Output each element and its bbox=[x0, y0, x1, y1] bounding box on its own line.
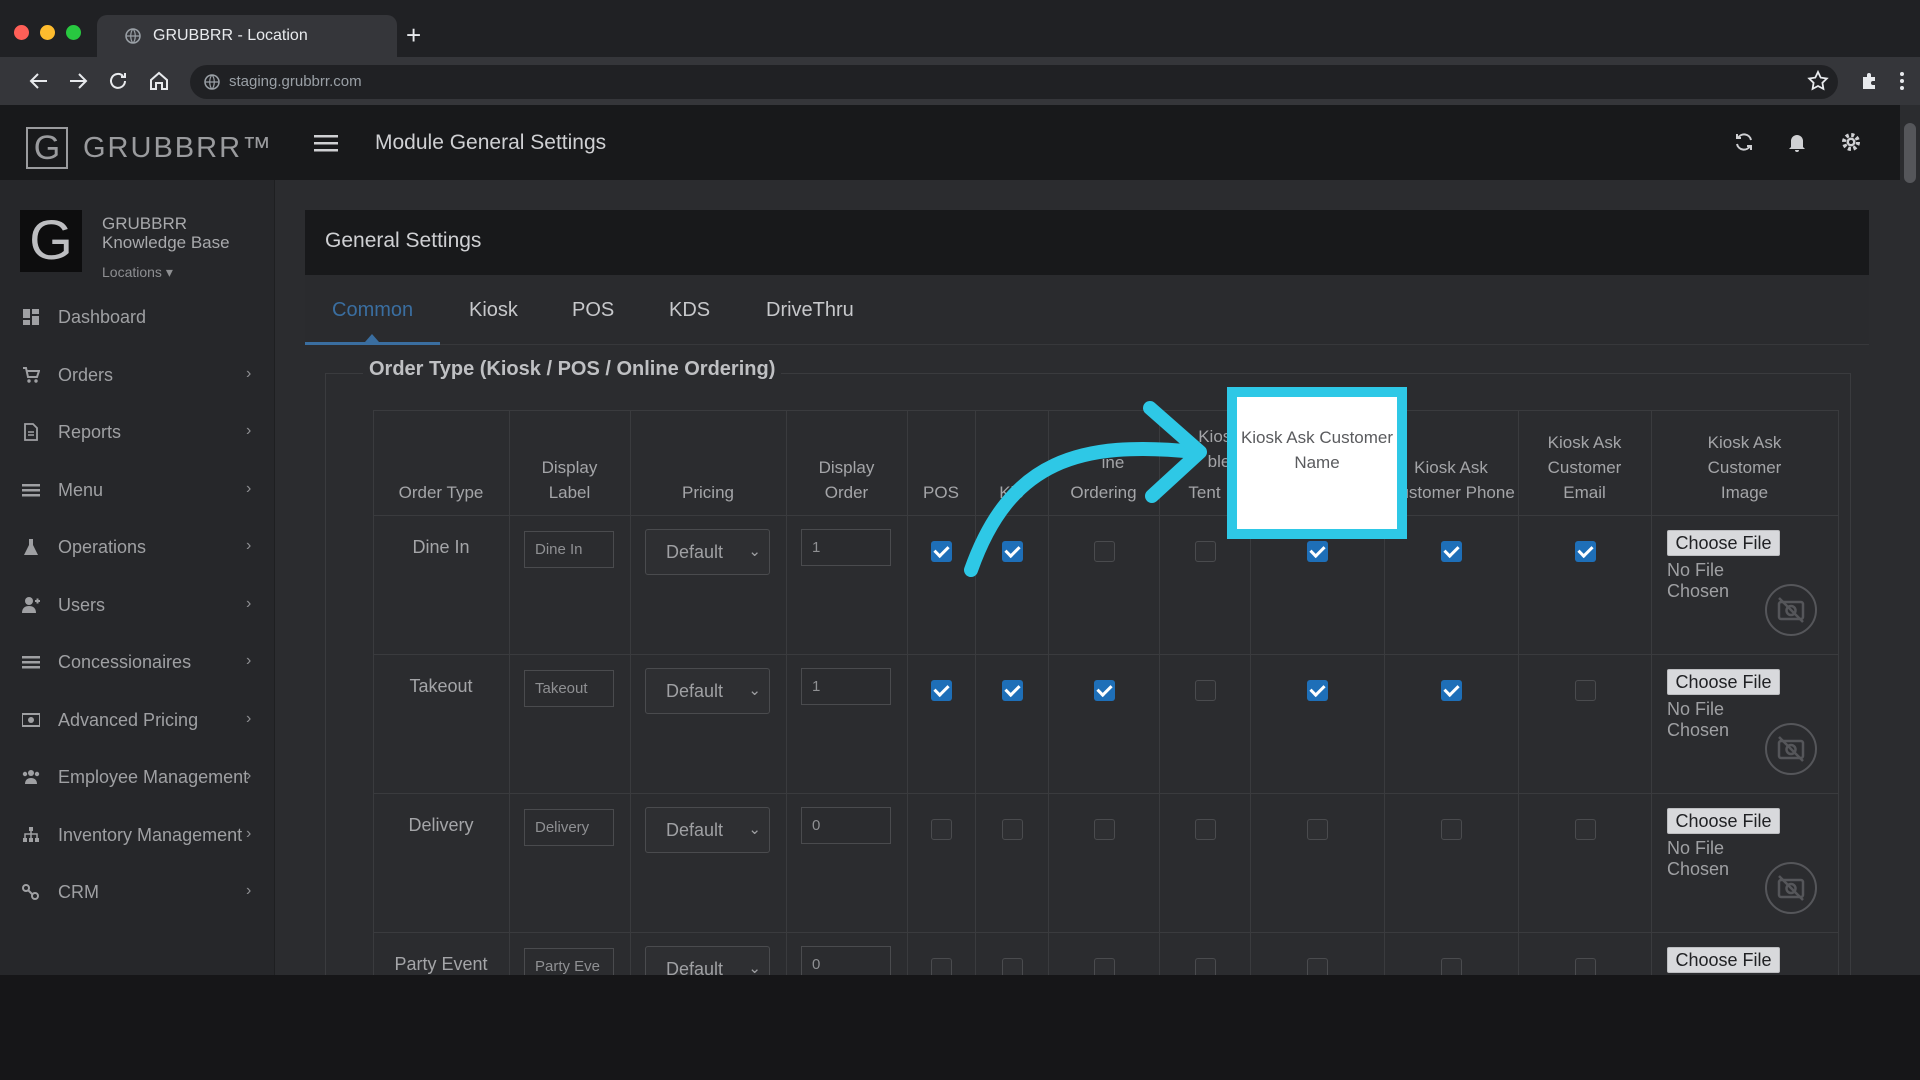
screen: { "browser": { "tab_title": "GRUBBRR - L… bbox=[0, 0, 1920, 1080]
scrollbar-thumb[interactable] bbox=[1904, 123, 1916, 183]
page-scrollbar[interactable] bbox=[1900, 105, 1920, 975]
annotation-arrow bbox=[964, 401, 1207, 577]
screen-bottom-area bbox=[0, 975, 1920, 1080]
